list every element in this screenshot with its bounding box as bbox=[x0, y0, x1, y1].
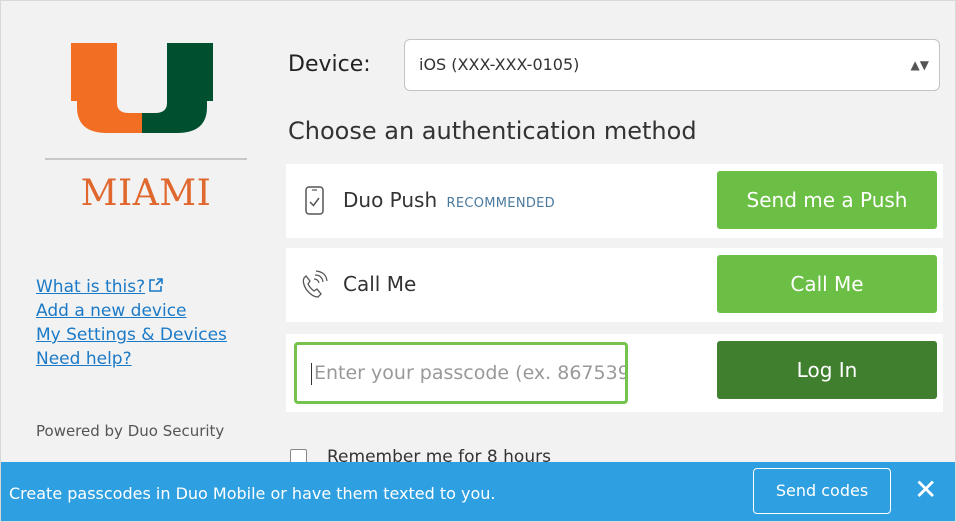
notification-banner: Create passcodes in Duo Mobile or have t… bbox=[1, 462, 955, 521]
device-select[interactable]: iOS (XXX-XXX-0105) ▲▼ bbox=[404, 39, 940, 91]
passcode-placeholder: Enter your passcode (ex. 867539) bbox=[314, 362, 628, 384]
external-link-icon bbox=[149, 278, 163, 292]
call-label: Call Me bbox=[343, 272, 417, 296]
logo-divider bbox=[45, 158, 247, 160]
method-row-push: Duo Push RECOMMENDED Send me a Push bbox=[286, 164, 943, 238]
need-help-link[interactable]: Need help? bbox=[36, 347, 227, 371]
phone-icon bbox=[305, 186, 324, 215]
send-push-button[interactable]: Send me a Push bbox=[717, 171, 937, 229]
passcode-input[interactable]: Enter your passcode (ex. 867539) bbox=[294, 342, 628, 404]
push-label-text: Duo Push bbox=[343, 188, 438, 212]
call-me-button[interactable]: Call Me bbox=[717, 255, 937, 313]
settings-devices-link[interactable]: My Settings & Devices bbox=[36, 323, 227, 347]
powered-by: Powered by Duo Security bbox=[36, 422, 225, 440]
close-icon[interactable]: ✕ bbox=[914, 472, 937, 508]
sidebar-links: What is this? Add a new device My Settin… bbox=[36, 275, 227, 371]
brand-name: MIAMI bbox=[80, 173, 212, 214]
device-label: Device: bbox=[288, 52, 371, 77]
text-caret bbox=[311, 362, 312, 385]
banner-message: Create passcodes in Duo Mobile or have t… bbox=[9, 484, 496, 503]
select-arrows-icon: ▲▼ bbox=[910, 58, 929, 72]
what-is-this-label: What is this? bbox=[36, 277, 146, 297]
page-title: Choose an authentication method bbox=[288, 117, 697, 145]
add-device-link[interactable]: Add a new device bbox=[36, 299, 227, 323]
duo-prompt-frame: MIAMI What is this? Add a new device My … bbox=[0, 0, 956, 522]
push-label: Duo Push RECOMMENDED bbox=[343, 188, 555, 212]
method-row-passcode: Enter your passcode (ex. 867539) Log In bbox=[286, 334, 943, 412]
device-select-value: iOS (XXX-XXX-0105) bbox=[419, 55, 580, 74]
what-is-this-link[interactable]: What is this? bbox=[36, 275, 227, 299]
method-row-call: Call Me Call Me bbox=[286, 248, 943, 322]
phone-call-icon bbox=[302, 270, 328, 298]
send-codes-button[interactable]: Send codes bbox=[753, 468, 891, 514]
recommended-badge: RECOMMENDED bbox=[446, 196, 555, 211]
miami-u-logo-icon bbox=[71, 43, 213, 133]
log-in-button[interactable]: Log In bbox=[717, 341, 937, 399]
